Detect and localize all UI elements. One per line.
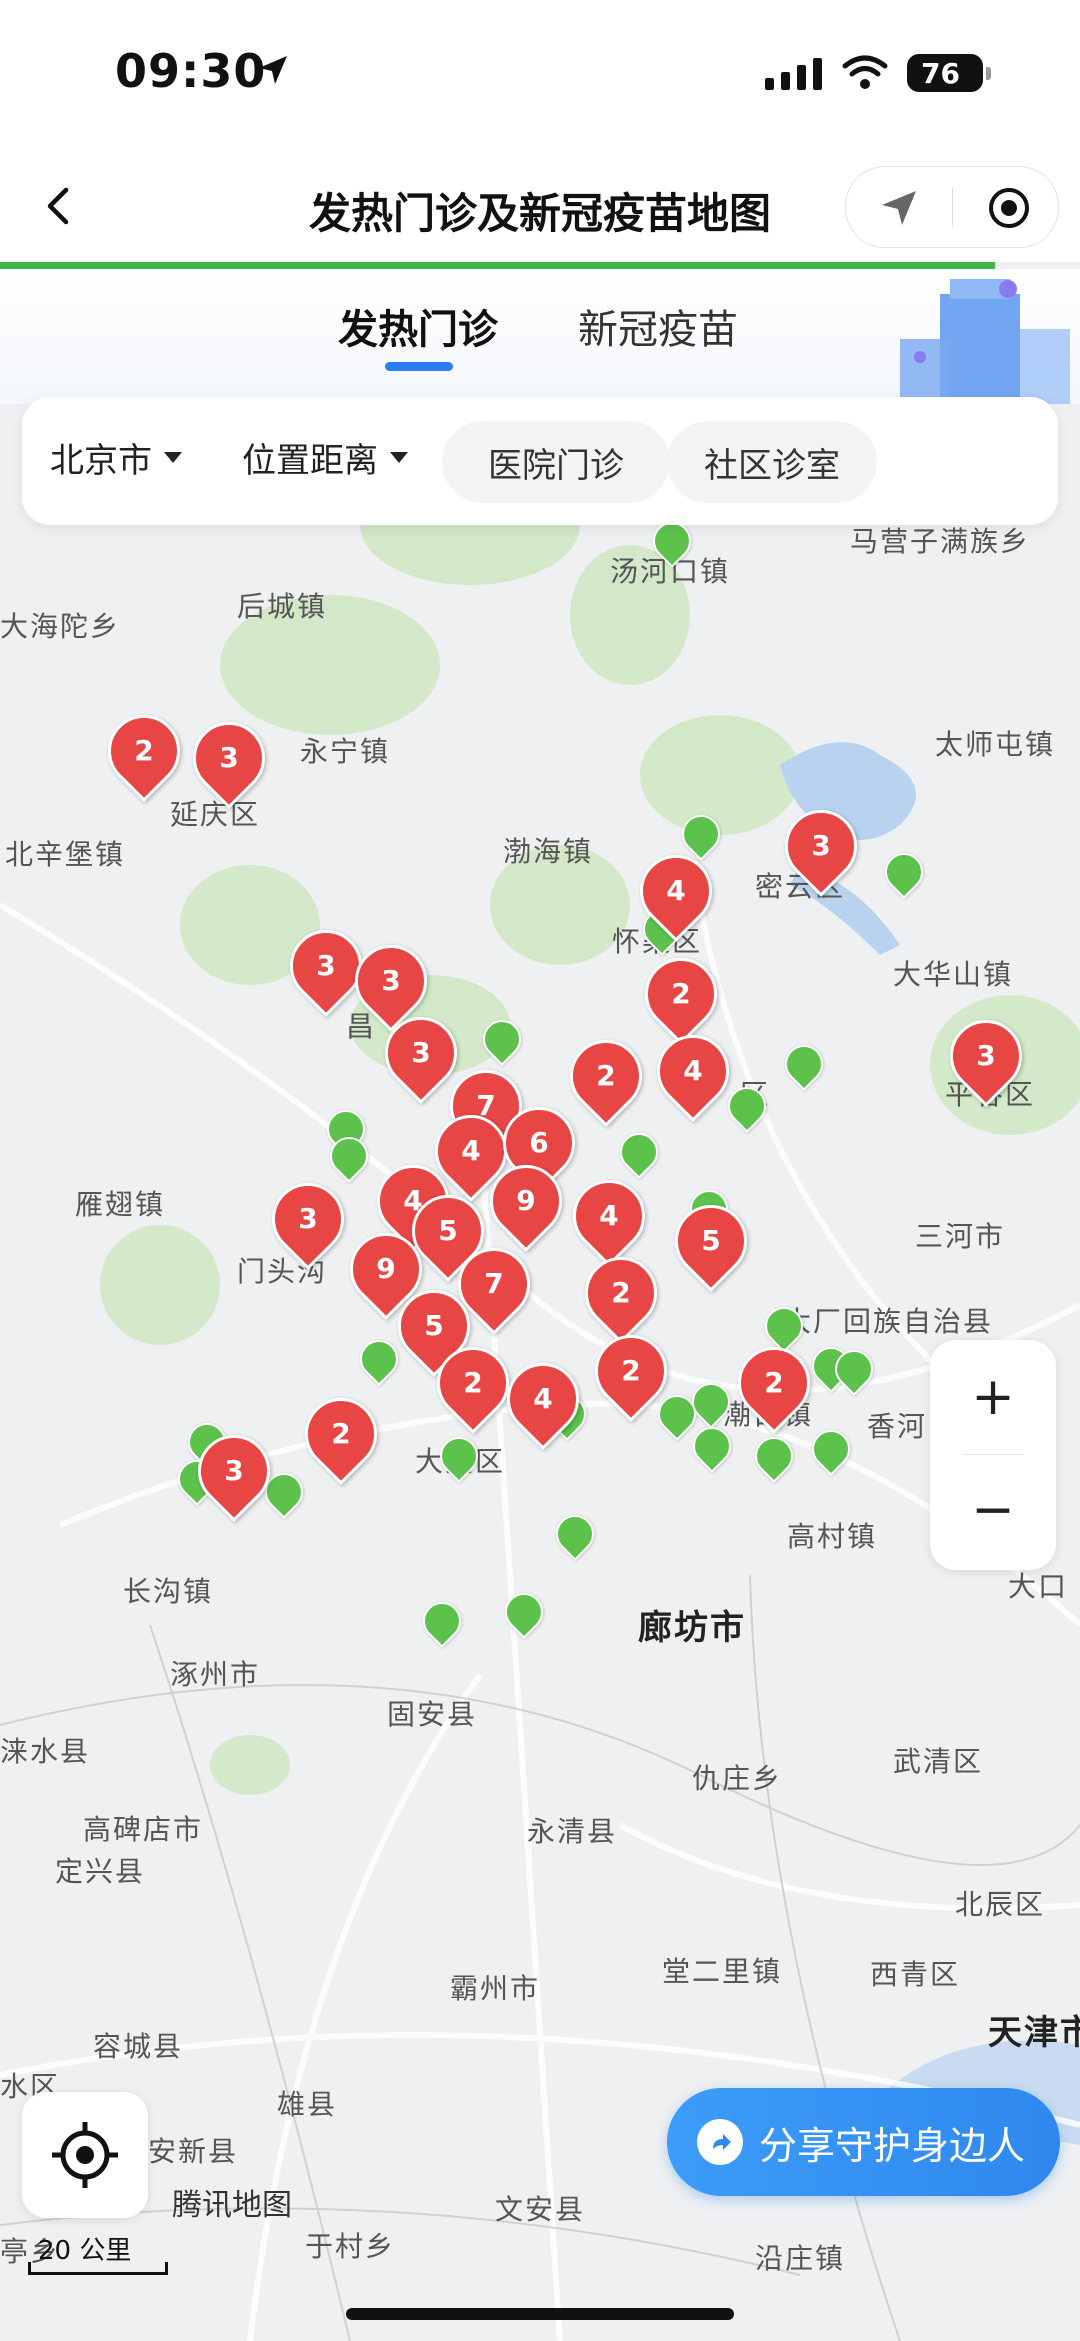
tab-fever-clinic[interactable]: 发热门诊: [338, 297, 498, 355]
place-label: 永清县: [527, 1815, 618, 1848]
cellular-signal-icon: [765, 58, 822, 90]
locate-me-button[interactable]: [22, 2092, 148, 2218]
place-label: 大华山镇: [893, 958, 1014, 991]
place-label: 雄县: [277, 2088, 338, 2121]
cluster-count: 2: [596, 1059, 616, 1092]
cluster-count: 5: [701, 1224, 721, 1257]
place-label: 三河市: [915, 1220, 1006, 1253]
place-label: 雁翅镇: [75, 1188, 166, 1221]
cluster-count: 2: [621, 1354, 641, 1387]
hospital-clinic-filter-chip[interactable]: 医院门诊: [442, 421, 670, 503]
cluster-count: 3: [298, 1202, 318, 1235]
crosshair-icon: [52, 2122, 118, 2188]
status-bar: 09:30 76: [0, 0, 1080, 150]
cluster-count: 9: [516, 1184, 536, 1217]
cluster-count: 4: [666, 874, 686, 907]
status-time: 09:30: [115, 44, 267, 98]
cluster-count: 3: [316, 949, 336, 982]
place-label: 堂二里镇: [662, 1955, 783, 1988]
zoom-out-button[interactable]: −: [930, 1455, 1056, 1570]
zoom-in-button[interactable]: +: [930, 1340, 1056, 1455]
map-provider-logo: 腾讯地图: [172, 2188, 292, 2223]
home-indicator: [346, 2308, 734, 2320]
place-label: 马营子满族乡: [850, 525, 1031, 558]
cluster-count: 2: [463, 1366, 483, 1399]
cluster-count: 2: [611, 1276, 631, 1309]
place-label: 高碑店市: [83, 1813, 204, 1846]
map-view[interactable]: 汤河口镇 马营子满族乡 后城镇 大海陀乡 永宁镇 太师屯镇 延庆区 北辛堡镇 渤…: [0, 525, 1080, 2341]
map-scale-bar: [28, 2262, 168, 2275]
share-arrow-icon: [697, 2119, 743, 2165]
cluster-count: 2: [134, 734, 154, 767]
place-label: 于村乡: [305, 2230, 396, 2263]
place-label: 武清区: [893, 1745, 984, 1778]
place-label: 长沟镇: [123, 1575, 214, 1608]
place-label: 固安县: [387, 1698, 478, 1731]
miniprogram-capsule: [845, 166, 1059, 248]
wifi-icon: [842, 55, 888, 89]
tab-bar: 发热门诊 新冠疫苗: [0, 269, 1080, 404]
capsule-divider: [952, 187, 953, 227]
place-label: 安新县: [148, 2135, 239, 2168]
place-label: 延庆区: [170, 798, 261, 831]
place-label-city: 廊坊市: [638, 1608, 746, 1648]
caret-down-icon: [164, 452, 182, 463]
place-label: 仇庄乡: [692, 1762, 783, 1795]
loading-progress-bar: [0, 262, 995, 269]
community-clinic-filter-chip[interactable]: 社区诊室: [667, 421, 877, 503]
close-miniprogram-button[interactable]: [986, 185, 1032, 231]
cluster-count: 2: [331, 1417, 351, 1450]
navigate-button[interactable]: [876, 185, 922, 231]
place-label: 西青区: [870, 1958, 961, 1991]
place-label: 渤海镇: [503, 835, 594, 868]
place-label: 太师屯镇: [935, 728, 1056, 761]
place-label: 北辰区: [955, 1888, 1046, 1921]
cluster-count: 3: [224, 1454, 244, 1487]
cluster-count: 7: [484, 1267, 504, 1300]
place-label: 涿州市: [170, 1658, 261, 1691]
place-label: 大口: [1008, 1570, 1069, 1603]
cluster-count: 3: [219, 741, 239, 774]
place-label: 香河: [867, 1410, 928, 1443]
place-label: 文安县: [495, 2193, 586, 2226]
city-dropdown[interactable]: 北京市: [50, 433, 182, 482]
tab-covid-vaccine[interactable]: 新冠疫苗: [578, 297, 738, 355]
place-label: 容城县: [93, 2030, 184, 2063]
building-illustration-icon: [900, 279, 1070, 404]
cluster-count: 4: [533, 1382, 553, 1415]
battery-indicator: 76: [907, 54, 991, 92]
city-dropdown-label: 北京市: [50, 441, 152, 481]
place-label: 大海陀乡: [0, 610, 121, 643]
cluster-count: 3: [811, 829, 831, 862]
cluster-count: 4: [599, 1199, 619, 1232]
distance-sort-dropdown[interactable]: 位置距离: [242, 433, 408, 482]
cluster-count: 3: [411, 1036, 431, 1069]
active-tab-indicator: [385, 362, 453, 371]
cluster-count: 3: [381, 964, 401, 997]
place-label: 永宁镇: [300, 735, 391, 768]
cluster-count: 2: [764, 1366, 784, 1399]
cluster-count: 3: [976, 1039, 996, 1072]
nav-bar: 发热门诊及新冠疫苗地图: [0, 150, 1080, 262]
place-label: 后城镇: [237, 590, 328, 623]
zoom-control: + −: [930, 1340, 1056, 1570]
caret-down-icon: [390, 452, 408, 463]
place-label: 大厂回族自治县: [783, 1305, 994, 1338]
share-button-label: 分享守护身边人: [759, 2123, 1026, 2168]
battery-level: 76: [921, 56, 960, 90]
filter-bar: 北京市 位置距离 医院门诊 社区诊室: [22, 397, 1058, 525]
place-label: 沿庄镇: [755, 2242, 846, 2275]
distance-sort-label: 位置距离: [242, 441, 378, 481]
place-label: 高村镇: [787, 1520, 878, 1553]
place-label: 涞水县: [0, 1735, 91, 1768]
share-button[interactable]: 分享守护身边人: [667, 2088, 1060, 2196]
place-label: 定兴县: [55, 1855, 146, 1888]
cluster-count: 2: [671, 977, 691, 1010]
place-label: 霸州市: [450, 1972, 541, 2005]
cluster-count: 4: [683, 1054, 703, 1087]
location-arrow-icon: [259, 56, 287, 84]
place-label-city: 天津市: [988, 2013, 1080, 2053]
place-label: 北辛堡镇: [5, 838, 126, 871]
